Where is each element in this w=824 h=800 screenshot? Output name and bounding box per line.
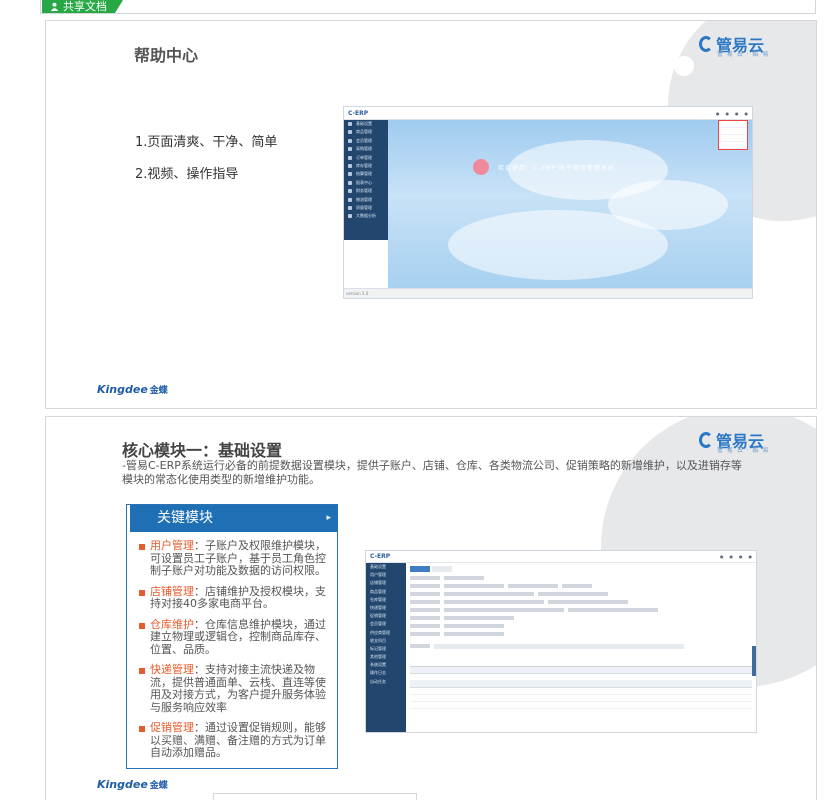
logo-subtext: 管 易 云 · 酷 易 (717, 447, 770, 454)
settings-grid (410, 666, 752, 726)
logo-subtext: 管 易 云 · 酷 易 (717, 51, 770, 58)
logo-icon (699, 432, 713, 448)
logo-icon (699, 36, 713, 52)
screenshot-menu: 基础设置 商品管理 会员管理 采购管理 订单管理 库存管理 结算管理 报表中心 … (344, 120, 388, 240)
key-item-promo: 促销管理：通过设置促销规则，能够以买赠、满赠、备注赠的方式为订单自动添加赠品。 (127, 721, 337, 760)
menu-item: 会员管理 (370, 621, 386, 627)
menu-item: 基础设置 (370, 564, 386, 569)
menu-item: 其他管理 (370, 654, 386, 660)
welcome-text: 欢迎使用：C-ERP 电子商务管理系统 (498, 165, 615, 172)
menu-item: 库存管理 (344, 162, 388, 170)
menu-item: 标记管理 (370, 645, 386, 651)
key-item-express: 快递管理：支持对接主流快递及物流，提供普通面单、云栈、直连等使用及对接方式，为客… (127, 663, 337, 714)
screenshot-topbar: C-ERP ● ● ● ● (344, 107, 752, 120)
menu-item: 商品管理 (344, 128, 388, 136)
shared-doc-tag[interactable]: 共享文档 (42, 0, 123, 13)
topbar-actions: ● ● ● ● (720, 554, 752, 559)
scrollbar (752, 646, 756, 676)
key-item-warehouse: 仓库维护：仓库信息维护模块，通过建立物理或逻辑仓，控制商品库存、位置、品质。 (127, 618, 337, 657)
menu-item: 商品管理 (370, 588, 386, 594)
menu-item: 大数据分析 (344, 212, 388, 220)
app-name: C-ERP (348, 109, 369, 117)
menu-item: 供应商管理 (370, 629, 390, 635)
help-dropdown-highlight (718, 120, 748, 150)
menu-item: 物流管理 (344, 196, 388, 204)
menu-item: 促销管理 (370, 613, 386, 619)
point-1: 1.页面清爽、干净、简单 (135, 135, 278, 150)
menu-item: 基础设置 (344, 120, 388, 128)
key-item-shop: 店铺管理：店铺维护及授权模块，支持对接40多家电商平台。 (127, 585, 337, 611)
menu-item: 用户管理 (370, 572, 386, 578)
decor-dot (566, 417, 626, 437)
settings-form (410, 566, 752, 728)
screenshot-menu: 基础设置 用户管理 店铺管理 商品管理 仓库管理 快递管理 促销管理 会员管理 … (366, 563, 406, 732)
menu-item: 财务管理 (344, 187, 388, 195)
menu-item: 订单管理 (344, 154, 388, 162)
slide-help-center: 管易云 管 易 云 · 酷 易 帮助中心 1.页面清爽、干净、简单 2.视频、操… (45, 20, 817, 409)
menu-item: 质量管理 (344, 204, 388, 212)
previous-slide-frame (40, 0, 816, 14)
shared-doc-label: 共享文档 (63, 0, 107, 13)
key-modules-header: 关键模块 (127, 505, 337, 532)
welcome-background: 欢迎使用：C-ERP 电子商务管理系统 (388, 120, 752, 288)
screenshot-topbar: C-ERP ● ● ● ● (366, 551, 756, 563)
user-icon (50, 2, 59, 11)
menu-item: 系统设置 (370, 662, 386, 668)
kingdee-logo: Kingdee 金蝶 (97, 383, 168, 396)
menu-item: 报表中心 (344, 179, 388, 187)
menu-item: 操作日志 (370, 670, 386, 676)
menu-item: 收支科目 (370, 637, 386, 643)
point-2: 2.视频、操作指导 (135, 167, 239, 182)
key-modules-box: 关键模块 用户管理：子账户及权限维护模块，可设置员工子账户，基于员工角色控制子账… (126, 504, 338, 769)
brand-logo: 管易云 管 易 云 · 酷 易 (699, 32, 768, 58)
menu-item: 仓库管理 (370, 596, 386, 602)
slide-basic-settings: 管易云 管 易 云 · 酷 易 核心模块一：基础设置 -管易C-ERP系统运行必… (45, 416, 817, 800)
kingdee-logo: Kingdee 金蝶 (97, 778, 168, 791)
menu-item: 采购管理 (344, 145, 388, 153)
page: 共享文档 管易云 管 易 云 · 酷 易 帮助中心 1.页面清爽、干净、简单 2… (0, 0, 824, 800)
menu-item: 会员管理 (344, 137, 388, 145)
settings-screenshot: C-ERP ● ● ● ● 基础设置 用户管理 店铺管理 商品管理 仓库管理 快递管理… (365, 550, 757, 733)
slide-title: 帮助中心 (134, 46, 199, 65)
menu-item: 店铺管理 (370, 580, 386, 586)
decor-dot (674, 56, 694, 76)
screenshot-footer: version 3.0 (344, 288, 752, 298)
menu-item: 结算管理 (344, 170, 388, 178)
topbar-actions: ● ● ● ● (716, 110, 748, 116)
app-name: C-ERP (370, 553, 391, 560)
slide-description: -管易C-ERP系统运行必备的前提数据设置模块，提供子账户、店铺、仓库、各类物流… (122, 459, 742, 486)
menu-item: 自动任务 (370, 678, 386, 684)
brand-logo: 管易云 管 易 云 · 酷 易 (699, 428, 768, 454)
menu-item: 快递管理 (370, 604, 386, 610)
key-item-user: 用户管理：子账户及权限维护模块，可设置员工子账户，基于员工角色控制子账户对功能及… (127, 539, 337, 578)
back-arrow-icon (473, 159, 489, 175)
help-screenshot: C-ERP ● ● ● ● 基础设置 商品管理 会员管理 采购管理 订单管理 库存管理… (343, 106, 753, 299)
next-element-frame (213, 793, 417, 800)
slide-title: 核心模块一：基础设置 (122, 441, 283, 460)
